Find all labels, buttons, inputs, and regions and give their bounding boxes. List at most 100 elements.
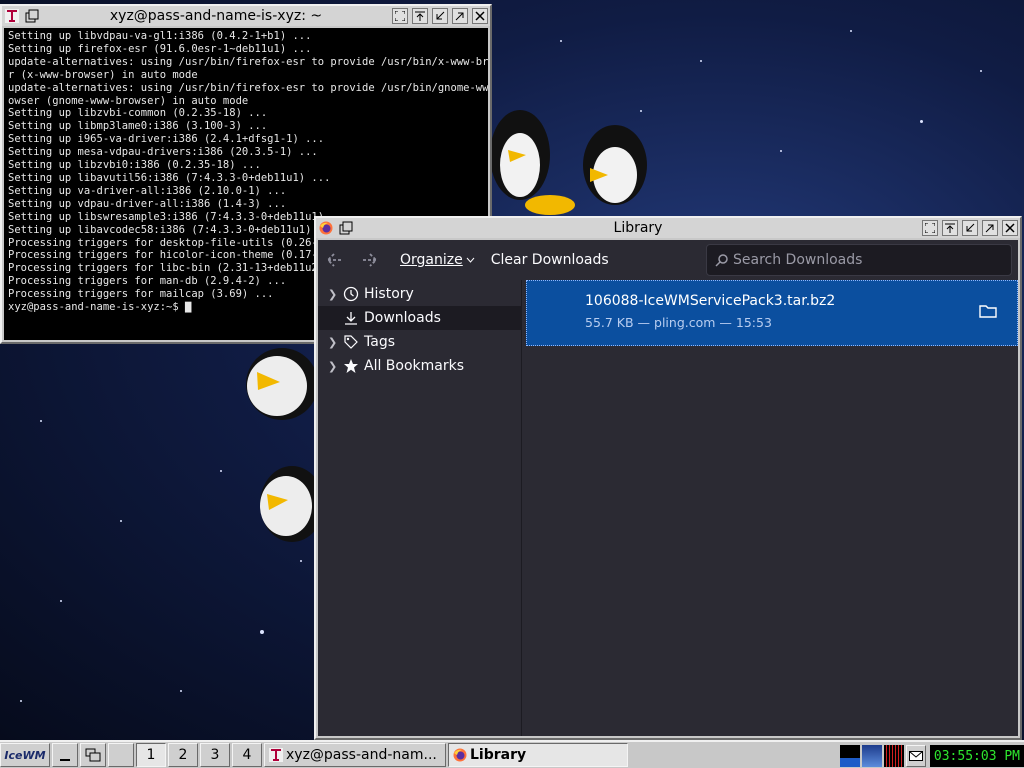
minimize-icon[interactable] [432,8,448,24]
terminal-line: Setting up firefox-esr (91.6.0esr-1~deb1… [8,42,312,55]
sidebar-item-history[interactable]: ❯ History [318,282,521,306]
terminal-line: Setting up i965-va-driver:i386 (2.4.1+df… [8,133,325,146]
workspace-4-button[interactable]: 4 [232,743,262,767]
fullscreen-icon[interactable] [922,220,938,236]
clear-downloads-button[interactable]: Clear Downloads [483,245,617,275]
sidebar-item-label: Tags [364,334,395,350]
star [560,40,562,42]
sidebar-item-tags[interactable]: ❯ Tags [318,330,521,354]
search-input[interactable] [733,252,993,268]
task-label: Library [470,747,527,763]
minimize-icon[interactable] [962,220,978,236]
star [980,70,982,72]
workspace-3-button[interactable]: 3 [200,743,230,767]
back-button[interactable] [318,245,352,275]
terminal-line: Setting up va-driver-all:i386 (2.10.0-1)… [8,184,287,197]
sidebar-item-label: History [364,286,414,302]
sidebar-item-all-bookmarks[interactable]: ❯ All Bookmarks [318,354,521,378]
library-title: Library [613,220,663,236]
search-icon [715,254,728,267]
network-monitor-icon[interactable] [861,745,882,767]
folder-icon[interactable] [979,303,999,323]
minimize-all-icon [60,759,70,761]
star [920,120,923,123]
workspace-label: 2 [178,747,188,763]
workspace-2-button[interactable]: 2 [168,743,198,767]
star [850,30,852,32]
download-status: 55.7 KB — pling.com — 15:53 [585,315,772,330]
mail-icon[interactable] [905,745,926,767]
library-titlebar[interactable]: Library [316,218,1020,238]
firefox-icon [453,748,467,762]
workspace-1-button[interactable]: 1 [136,743,166,767]
workspace-label: 1 [146,747,156,763]
star [780,150,782,152]
library-window[interactable]: Library Organize Clear Downloads Search … [314,216,1022,740]
terminal-icon[interactable] [4,8,20,24]
search-box[interactable] [706,244,1012,276]
rollup-icon[interactable] [942,220,958,236]
terminal-line: Setting up libzvbi-common (0.2.35-18) ..… [8,107,268,120]
download-icon [342,310,360,326]
close-icon[interactable] [1002,220,1018,236]
terminal-line: Setting up libzvbi0:i386 (0.2.35-18) ... [8,159,261,172]
star [300,560,302,562]
terminal-line: Setting up libmp3lame0:i386 (3.100-3) ..… [8,120,268,133]
window-list-icon[interactable] [24,8,40,24]
penguin-wallpaper-icon [490,110,647,215]
organize-button[interactable]: Organize [392,245,483,275]
window-list-icon [85,748,101,762]
close-icon[interactable] [472,8,488,24]
star [180,690,182,692]
star [40,420,42,422]
terminal-line: update-alternatives: using /usr/bin/fire… [8,55,488,68]
forward-arrow-icon [362,253,378,267]
star [260,630,264,634]
task-library[interactable]: Library [448,743,628,767]
show-desktop-button[interactable] [52,743,78,767]
memory-monitor-icon[interactable] [883,745,904,767]
expand-chevron-icon[interactable]: ❯ [328,360,342,373]
clock[interactable]: 03:55:03 PM [929,745,1024,767]
firefox-icon[interactable] [318,220,334,236]
terminal-line: Setting up libavutil56:i386 (7:4.3.3-0+d… [8,171,331,184]
window-list-button[interactable] [80,743,106,767]
task-terminal[interactable]: xyz@pass-and-nam... [264,743,446,767]
terminal-title: xyz@pass-and-name-is-xyz: ~ [109,8,323,24]
icewm-logo: IceWM [4,748,46,762]
terminal-titlebar[interactable]: xyz@pass-and-name-is-xyz: ~ [2,6,490,26]
expand-chevron-icon[interactable]: ❯ [328,336,342,349]
star [120,520,122,522]
task-label: xyz@pass-and-nam... [286,747,437,763]
forward-button[interactable] [352,245,386,275]
download-item[interactable]: 106088-IceWMServicePack3.tar.bz2 55.7 KB… [526,280,1018,346]
system-tray: 03:55:03 PM [838,744,1024,768]
star-icon [342,358,360,374]
fullscreen-icon[interactable] [392,8,408,24]
cpu-monitor-icon[interactable] [839,745,860,767]
back-arrow-icon [326,253,342,267]
sidebar-item-downloads[interactable]: Downloads [318,306,521,330]
terminal-line: Setting up vdpau-driver-all:i386 (1.4-3)… [8,197,287,210]
taskbar: IceWM 1 2 3 4 xyz@pass-and-nam... Librar… [0,740,1024,768]
downloads-list[interactable]: 106088-IceWMServicePack3.tar.bz2 55.7 KB… [524,280,1018,736]
star [20,700,22,702]
terminal-line: r (x-www-browser) in auto mode [8,68,198,81]
terminal-line: Setting up mesa-vdpau-drivers:i386 (20.3… [8,146,318,159]
sidebar-item-label: All Bookmarks [364,358,465,374]
maximize-icon[interactable] [982,220,998,236]
expand-chevron-icon[interactable]: ❯ [328,288,342,301]
terminal-line: Setting up libvdpau-va-gl1:i386 (0.4.2-1… [8,30,312,42]
clock-icon [342,286,360,302]
taskbar-spacer-button[interactable] [108,743,134,767]
terminal-line: owser (gnome-www-browser) in auto mode [8,94,249,107]
download-filename: 106088-IceWMServicePack3.tar.bz2 [585,293,836,309]
maximize-icon[interactable] [452,8,468,24]
start-menu-button[interactable]: IceWM [0,743,50,767]
library-toolbar: Organize Clear Downloads [318,240,1018,280]
rollup-icon[interactable] [412,8,428,24]
window-list-icon[interactable] [338,220,354,236]
workspace-label: 4 [242,747,252,763]
star [700,60,702,62]
terminal-icon [269,748,283,762]
